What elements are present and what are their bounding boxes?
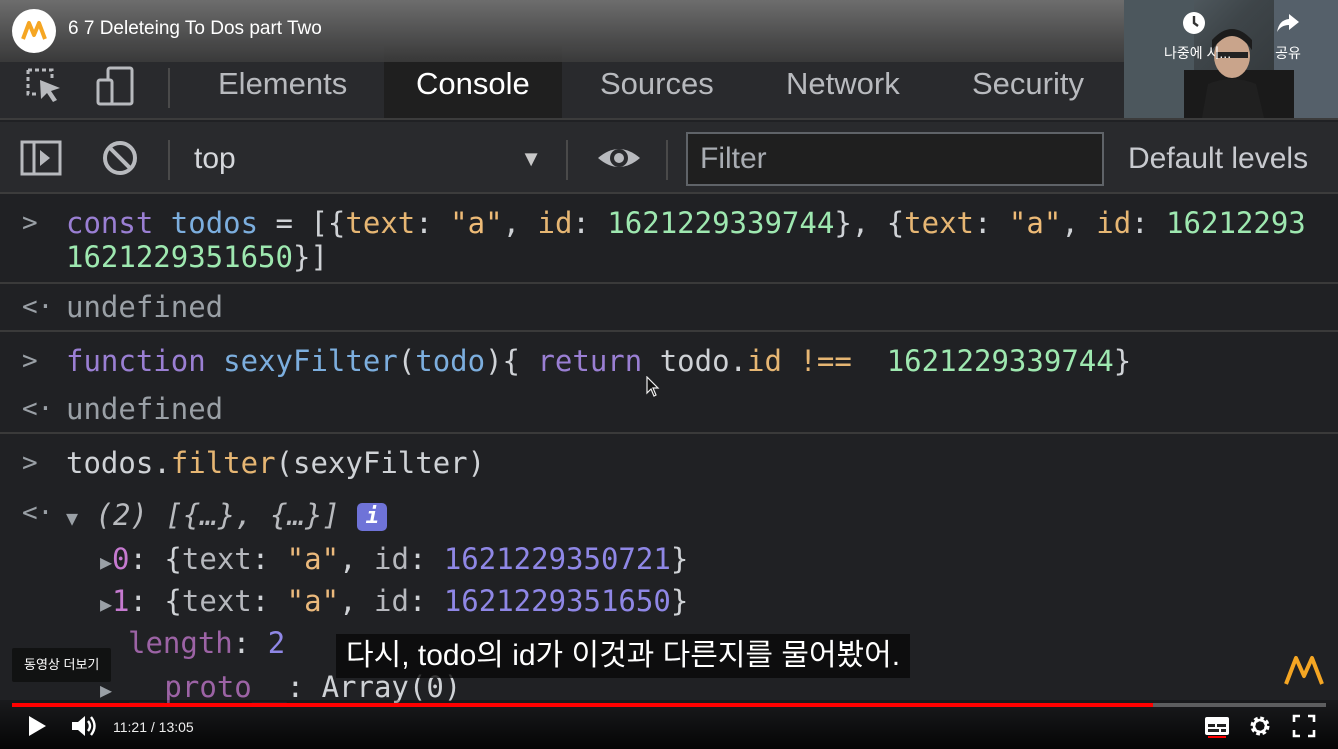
code-token: 16212293 (1166, 206, 1306, 240)
code-token: }, { (834, 206, 905, 240)
watch-later-button[interactable]: 나중에 시... (1164, 10, 1232, 63)
code-token: id (537, 206, 573, 240)
progress-played (12, 703, 1153, 707)
log-levels-dropdown[interactable]: Default levels (1128, 122, 1308, 194)
toolbar-divider (666, 140, 668, 180)
code-token: todo (415, 344, 486, 378)
input-prompt-icon: > (22, 208, 38, 238)
code-token: "a" (450, 206, 503, 240)
proto-key: __proto__ (129, 670, 287, 704)
show-sidebar-icon[interactable] (20, 138, 62, 178)
share-button[interactable]: 공유 (1258, 10, 1318, 63)
code-token: = [{ (258, 206, 346, 240)
length-value: 2 (267, 626, 286, 660)
code-token: "a" (1008, 206, 1062, 240)
array-summary[interactable]: ▼ (2) [{…}, {…}] i (66, 498, 388, 532)
code-token: }] (292, 240, 328, 274)
array-item[interactable]: ▶0: {text: "a", id: 1621229350721} (100, 542, 688, 576)
levels-label: Default levels (1128, 142, 1309, 175)
expand-triangle-icon[interactable]: ▼ (66, 506, 78, 530)
live-expression-eye-icon[interactable] (596, 138, 642, 178)
context-value: top (194, 142, 236, 175)
code-token: filter (170, 446, 276, 480)
console-result: <· undefined (0, 384, 1338, 434)
result-value: undefined (66, 392, 224, 426)
console-input-line: function sexyFilter(todo){ return todo.i… (66, 344, 1132, 378)
console-entry: > todos.filter(sexyFilter) (0, 434, 1338, 484)
code-token: todo (659, 344, 730, 378)
result-arrow-icon: <· (22, 292, 54, 322)
channel-watermark-icon[interactable] (1282, 652, 1326, 688)
item-text: "a" (286, 542, 340, 576)
subtitles-icon[interactable] (1204, 714, 1230, 738)
share-icon (1277, 14, 1299, 32)
video-title[interactable]: 6 7 Deleteing To Dos part Two (68, 18, 322, 40)
console-output[interactable]: > const todos = [{text: "a", id: 1621229… (0, 196, 1338, 706)
code-token: 1621229339744 (607, 206, 835, 240)
play-icon[interactable] (26, 714, 48, 738)
console-entry: > function sexyFilter(todo){ return todo… (0, 332, 1338, 384)
more-videos-button[interactable]: 동영상 더보기 (12, 648, 112, 682)
channel-avatar[interactable] (12, 9, 56, 53)
code-token: text (345, 206, 416, 240)
input-prompt-icon: > (22, 346, 38, 376)
fullscreen-icon[interactable] (1292, 714, 1316, 738)
code-token: sexyFilter (223, 344, 398, 378)
code-token: id (747, 344, 782, 378)
collapse-triangle-icon[interactable]: ▶ (100, 592, 112, 616)
code-token: return (537, 344, 643, 378)
nomad-logo-icon (21, 21, 47, 40)
clear-console-icon[interactable] (100, 138, 140, 178)
result-arrow-icon: <· (22, 394, 54, 424)
console-toolbar: top ▼ Default levels (0, 122, 1338, 194)
filter-input[interactable] (686, 132, 1104, 186)
console-input-line: 1621229351650}] (66, 240, 328, 274)
toolbar-divider (168, 68, 170, 108)
code-token: const (66, 206, 154, 240)
code-token: 1621229339744 (886, 344, 1114, 378)
progress-bar[interactable] (12, 703, 1326, 707)
inspect-element-icon[interactable] (24, 66, 64, 106)
console-input-line: todos.filter(sexyFilter) (66, 446, 486, 480)
item-text: "a" (286, 584, 340, 618)
item-id: 1621229350721 (443, 542, 671, 576)
watch-later-label: 나중에 시... (1164, 45, 1232, 61)
time-display: 11:21 / 13:05 (113, 719, 194, 735)
item-index: 0 (112, 542, 130, 576)
console-entry: > const todos = [{text: "a", id: 1621229… (0, 196, 1338, 284)
context-selector[interactable]: top ▼ (194, 122, 554, 194)
code-token: text (904, 206, 974, 240)
toolbar-divider (168, 140, 170, 180)
video-subtitle: 다시, todo의 id가 이것과 다른지를 물어봤어. (336, 634, 911, 678)
device-toolbar-icon[interactable] (96, 66, 136, 106)
toolbar-divider (566, 140, 568, 180)
code-token: todos (170, 206, 259, 240)
console-input-line: const todos = [{text: "a", id: 162122933… (66, 206, 1306, 240)
volume-icon[interactable] (70, 714, 98, 738)
settings-gear-icon[interactable] (1248, 714, 1272, 738)
dropdown-arrow-icon: ▼ (520, 146, 542, 171)
code-token: 1621229351650 (66, 240, 293, 274)
info-icon[interactable]: i (357, 503, 388, 531)
result-value: undefined (66, 290, 224, 324)
clock-icon (1183, 12, 1205, 34)
result-arrow-icon: <· (22, 498, 54, 528)
code-token: id (1096, 206, 1132, 240)
code-token: sexyFilter (293, 446, 468, 480)
console-result: <· undefined (0, 284, 1338, 332)
array-item[interactable]: ▶1: {text: "a", id: 1621229351650} (100, 584, 688, 618)
collapse-triangle-icon[interactable]: ▶ (100, 550, 112, 574)
code-token: !== (799, 344, 852, 378)
share-label: 공유 (1275, 45, 1301, 61)
player-controls: 11:21 / 13:05 (0, 700, 1338, 749)
code-token: function (66, 344, 206, 378)
array-length: length: 2 (128, 626, 286, 660)
input-prompt-icon: > (22, 448, 38, 478)
item-index: 1 (112, 584, 130, 618)
array-summary-text: (2) [{…}, {…}] (95, 498, 340, 532)
item-id: 1621229351650 (443, 584, 671, 618)
length-key: length (128, 626, 233, 660)
code-token: todos (66, 446, 154, 480)
